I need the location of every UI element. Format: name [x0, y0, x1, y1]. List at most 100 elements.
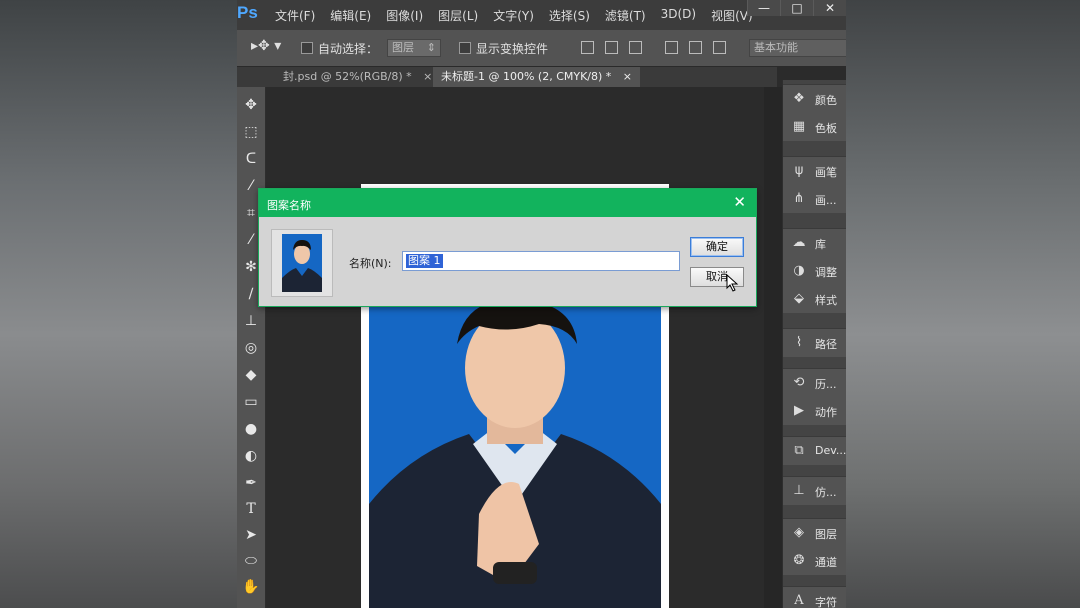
name-label: 名称(N):	[349, 257, 392, 270]
auto-select-checkbox[interactable]: 自动选择：	[301, 40, 378, 57]
marquee-tool-icon[interactable]: ⬚	[241, 122, 261, 142]
workspace-value: 基本功能	[754, 41, 798, 54]
actions-icon: ▶	[794, 403, 804, 418]
menu-3d[interactable]: 3D(D)	[661, 7, 696, 24]
pattern-thumbnail-frame	[271, 229, 333, 297]
pattern-thumbnail	[282, 234, 322, 292]
panel-item-layers[interactable]: ◈ 图层	[783, 519, 846, 547]
lasso-tool-icon[interactable]: ᑕ	[241, 149, 261, 169]
tools-panel: ✥ ⬚ ᑕ ⁄ ⌗ ⁄ ✻ ∕ ⊥ ◎ ◆ ▭ ● ◐ ✒ T ➤ ⬭ ✋	[237, 87, 266, 608]
move-tool-icon[interactable]: ✥	[241, 95, 261, 115]
panel-label: 库	[815, 238, 826, 251]
ok-button[interactable]: 确定	[690, 237, 744, 257]
eraser-tool-icon[interactable]: ◆	[241, 365, 261, 385]
checkbox-box	[301, 42, 313, 54]
panel-label: 通道	[815, 556, 837, 569]
canvas-scroll-strip[interactable]	[764, 87, 782, 608]
panel-label: 调整	[815, 266, 837, 279]
panel-item-paths[interactable]: ⌇ 路径	[783, 329, 846, 357]
panel-group-device: ⧉ Dev...	[783, 436, 846, 465]
panel-group-color: ❖ 颜色 ▦ 色板	[783, 84, 846, 141]
tab-document-1[interactable]: 封.psd @ 52%(RGB/8) * ×	[275, 67, 440, 87]
styles-icon: ⬙	[794, 291, 804, 306]
panel-label: 图层	[815, 528, 837, 541]
distribute-top-icon[interactable]	[665, 41, 678, 54]
align-vcenter-icon[interactable]	[605, 41, 618, 54]
pen-tool-icon[interactable]: ✒	[241, 473, 261, 493]
hand-tool-icon[interactable]: ✋	[241, 577, 261, 597]
panel-item-styles[interactable]: ⬙ 样式	[783, 285, 846, 313]
shape-tool-icon[interactable]: ⬭	[241, 551, 261, 571]
menu-filter[interactable]: 滤镜(T)	[605, 7, 646, 24]
close-window-button[interactable]: ✕	[813, 0, 846, 16]
close-icon[interactable]: ✕	[733, 193, 746, 211]
panel-label: 仿...	[815, 486, 837, 499]
panel-item-clone-source[interactable]: ⊥ 仿...	[783, 477, 846, 505]
panel-item-device-preview[interactable]: ⧉ Dev...	[783, 437, 846, 465]
move-tool-preset-icon[interactable]: ▸✥ ▾	[251, 38, 281, 54]
gradient-tool-icon[interactable]: ▭	[241, 392, 261, 412]
align-top-icon[interactable]	[581, 41, 594, 54]
panel-group-libraries: ☁ 库 ◑ 调整 ⬙ 样式	[783, 228, 846, 313]
history-brush-tool-icon[interactable]: ◎	[241, 338, 261, 358]
align-bottom-icon[interactable]	[629, 41, 642, 54]
workspace-dropdown[interactable]: 基本功能	[749, 39, 846, 57]
panel-item-brush-presets[interactable]: ⋔ 画...	[783, 185, 846, 213]
character-icon: A	[794, 593, 804, 608]
tab-document-2[interactable]: 未标题-1 @ 100% (2, CMYK/8) * ×	[433, 67, 641, 87]
channels-icon: ❂	[793, 553, 805, 568]
panel-group-brush: ψ 画笔 ⋔ 画...	[783, 156, 846, 213]
libraries-icon: ☁	[792, 235, 806, 250]
dialog-body: 名称(N): 图案 1 确定 取消	[259, 217, 756, 306]
panel-item-color[interactable]: ❖ 颜色	[783, 85, 846, 113]
panel-label: 路径	[815, 338, 837, 351]
pattern-name-input[interactable]: 图案 1	[402, 251, 680, 271]
panel-label: 画...	[815, 194, 837, 207]
dodge-tool-icon[interactable]: ◐	[241, 446, 261, 466]
adjustments-icon: ◑	[793, 263, 805, 278]
panel-item-swatches[interactable]: ▦ 色板	[783, 113, 846, 141]
menu-layer[interactable]: 图层(L)	[438, 7, 478, 24]
panel-item-actions[interactable]: ▶ 动作	[783, 397, 846, 425]
panel-group-character: A 字符	[783, 586, 846, 608]
right-panel-dock: ❖ 颜色 ▦ 色板 ψ 画笔 ⋔ 画... ☁ 库 ◑ 调整 ⬙ 样式 ⌇ 路径 ⟲ 历... ▶…	[782, 80, 846, 608]
path-select-tool-icon[interactable]: ➤	[241, 525, 261, 545]
menu-file[interactable]: 文件(F)	[275, 7, 315, 24]
show-transform-checkbox[interactable]: 显示变换控件	[459, 40, 548, 57]
tab-close-icon[interactable]: ×	[623, 70, 632, 83]
window-controls: — □ ✕	[747, 0, 846, 16]
menu-image[interactable]: 图像(I)	[386, 7, 423, 24]
tab-label: 未标题-1 @ 100% (2, CMYK/8) *	[441, 70, 612, 83]
panel-group-clone-source: ⊥ 仿...	[783, 476, 846, 505]
pattern-name-value: 图案 1	[406, 254, 443, 268]
blurred-backdrop-right	[846, 0, 1080, 608]
maximize-button[interactable]: □	[780, 0, 813, 16]
stamp-tool-icon[interactable]: ⊥	[241, 311, 261, 331]
brush-presets-icon: ⋔	[793, 191, 805, 206]
panel-label: 字符	[815, 596, 837, 608]
panel-item-channels[interactable]: ❂ 通道	[783, 547, 846, 575]
distribute-bottom-icon[interactable]	[713, 41, 726, 54]
blur-tool-icon[interactable]: ●	[241, 419, 261, 439]
auto-select-dropdown[interactable]: 图层 ⇕	[387, 39, 441, 57]
panel-item-history[interactable]: ⟲ 历...	[783, 369, 846, 397]
panel-label: Dev...	[815, 444, 846, 457]
panel-item-adjustments[interactable]: ◑ 调整	[783, 257, 846, 285]
menu-select[interactable]: 选择(S)	[549, 7, 590, 24]
panel-label: 色板	[815, 122, 837, 135]
dialog-title-bar: 图案名称 ✕	[259, 189, 756, 217]
panel-item-libraries[interactable]: ☁ 库	[783, 229, 846, 257]
panel-label: 颜色	[815, 94, 837, 107]
panel-item-character[interactable]: A 字符	[783, 587, 846, 608]
minimize-button[interactable]: —	[747, 0, 780, 16]
type-tool-icon[interactable]: T	[241, 499, 261, 519]
options-bar: ▸✥ ▾ 自动选择： 图层 ⇕ 显示变换控件 基本功能	[237, 30, 846, 67]
tab-label: 封.psd @ 52%(RGB/8) *	[283, 70, 412, 83]
tab-close-icon[interactable]: ×	[423, 70, 432, 83]
brush-icon: ψ	[794, 163, 804, 178]
menu-edit[interactable]: 编辑(E)	[330, 7, 371, 24]
menu-type[interactable]: 文字(Y)	[493, 7, 534, 24]
panel-item-brush[interactable]: ψ 画笔	[783, 157, 846, 185]
blurred-backdrop-left	[0, 0, 237, 608]
distribute-vcenter-icon[interactable]	[689, 41, 702, 54]
